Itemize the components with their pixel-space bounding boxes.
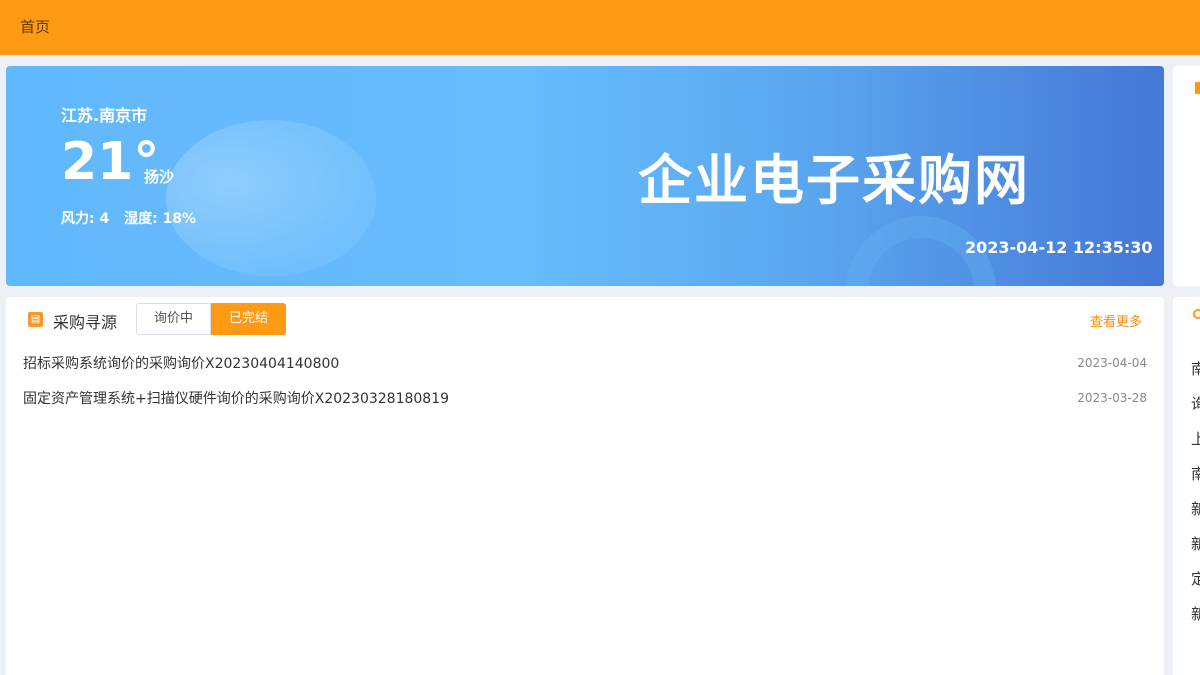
side-list-glyph[interactable]: 上 — [1191, 428, 1200, 449]
list-item-date: 2023-03-28 — [1077, 390, 1147, 405]
list-item-title[interactable]: 固定资产管理系统+扫描仪硬件询价的采购询价X20230328180819 — [23, 388, 449, 408]
list-item[interactable]: 招标采购系统询价的采购询价X20230404140800 2023-04-04 — [23, 345, 1147, 380]
list-item-date: 2023-04-04 — [1077, 355, 1147, 370]
sourcing-title: 采购寻源 — [53, 313, 118, 332]
side-list-glyph[interactable]: 新 — [1191, 603, 1200, 624]
side-card-marker-icon — [1195, 82, 1200, 94]
side-list-glyph[interactable]: 新 — [1191, 498, 1200, 519]
side-card-top — [1173, 66, 1200, 286]
weather-condition: 扬沙 — [144, 168, 175, 186]
current-datetime: 2023-04-12 12:35:30 — [965, 238, 1153, 257]
weather-banner: 江苏.南京市 21° 扬沙 风力: 4 湿度: 18% 企业电子采购网 2023… — [6, 66, 1164, 286]
sourcing-list: 招标采购系统询价的采购询价X20230404140800 2023-04-04 … — [23, 345, 1147, 415]
wind-level: 风力: 4 — [61, 211, 110, 227]
view-more-link[interactable]: 查看更多 — [1090, 311, 1142, 330]
list-item[interactable]: 固定资产管理系统+扫描仪硬件询价的采购询价X20230328180819 202… — [23, 380, 1147, 415]
sourcing-tabs: 询价中 已完结 — [136, 303, 286, 335]
side-list-glyph[interactable]: 询 — [1191, 393, 1200, 414]
sourcing-panel: ▤ 采购寻源 询价中 已完结 查看更多 招标采购系统询价的采购询价X202304… — [6, 297, 1164, 675]
side-list-glyph[interactable]: 定 — [1191, 568, 1200, 589]
decorative-bubble — [166, 120, 376, 276]
tab-inquiring[interactable]: 询价中 — [136, 303, 211, 335]
side-list-glyph[interactable]: 南 — [1191, 463, 1200, 484]
weather-meta: 风力: 4 湿度: 18% — [61, 208, 206, 228]
side-list-glyph[interactable]: 南 — [1191, 358, 1200, 379]
site-brand-title: 企业电子采购网 — [638, 149, 1030, 212]
tab-completed[interactable]: 已完结 — [211, 303, 286, 335]
humidity-level: 湿度: 18% — [124, 211, 197, 227]
list-item-title[interactable]: 招标采购系统询价的采购询价X20230404140800 — [23, 353, 339, 373]
breadcrumb-home[interactable]: 首页 — [20, 16, 50, 37]
side-list-glyph[interactable]: 新 — [1191, 533, 1200, 554]
city-label: 江苏.南京市 — [61, 106, 148, 125]
sourcing-icon: ▤ — [28, 312, 43, 327]
side-card-circle-icon — [1193, 309, 1200, 319]
side-card-bottom: 南 询 上 南 新 新 定 新 — [1173, 297, 1200, 675]
top-bar: 首页 — [0, 0, 1200, 55]
